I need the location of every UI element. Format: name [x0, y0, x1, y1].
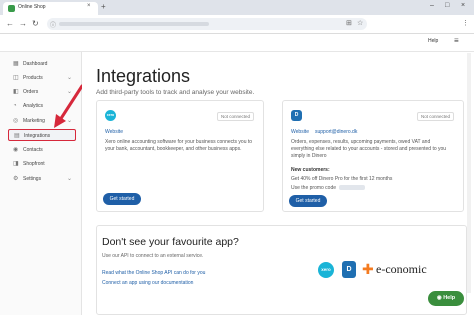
- api-info-link[interactable]: Read what the Online Shop API can do for…: [102, 270, 205, 276]
- new-tab-icon[interactable]: +: [101, 3, 106, 11]
- main-content: Integrations Add third-party tools to tr…: [82, 52, 474, 315]
- address-url-redacted: [59, 22, 209, 26]
- bookmark-star-icon[interactable]: ☆: [357, 19, 363, 27]
- help-chat-button[interactable]: ◉ Help: [428, 291, 464, 306]
- address-bar[interactable]: ⓘ: [47, 18, 367, 30]
- marketing-icon: ◎: [13, 118, 19, 124]
- sidebar-item-contacts[interactable]: ◉ Contacts: [8, 144, 76, 156]
- missing-app-title: Don't see your favourite app?: [102, 236, 239, 248]
- sidebar-item-label: Products: [23, 75, 43, 81]
- app-header: Help ≡: [0, 34, 474, 52]
- dinero-logo-icon: D: [291, 110, 302, 121]
- browser-titlebar: Online Shop × + – □ ×: [0, 0, 474, 15]
- sidebar-item-label: Contacts: [23, 147, 43, 153]
- tab-close-icon[interactable]: ×: [87, 3, 91, 9]
- xero-logo-icon: xero: [105, 110, 116, 121]
- page-scrollbar[interactable]: [467, 53, 471, 293]
- integrations-icon: ▤: [14, 133, 20, 139]
- forward-icon[interactable]: →: [19, 19, 27, 28]
- offer-text: Get 40% off Dinero Pro for the first 12 …: [291, 176, 393, 182]
- status-badge: Not connected: [217, 112, 255, 121]
- sidebar-item-label: Marketing: [23, 118, 45, 124]
- back-icon[interactable]: ←: [6, 19, 14, 28]
- dashboard-icon: ▦: [13, 61, 19, 67]
- economic-mark-icon: ✚: [362, 261, 374, 277]
- page-title: Integrations: [96, 66, 191, 86]
- sidebar-item-label: Settings: [23, 176, 42, 182]
- sidebar-item-dashboard[interactable]: ▦ Dashboard: [8, 58, 76, 70]
- sidebar-item-label: Analytics: [23, 103, 44, 109]
- window-minimize-icon[interactable]: –: [430, 2, 434, 9]
- orders-icon: ◧: [13, 89, 19, 95]
- website-link[interactable]: Website: [105, 129, 123, 135]
- chevron-down-icon: ⌄: [67, 176, 73, 182]
- economic-partner-logo: e-conomic: [376, 262, 427, 276]
- missing-app-card: Don't see your favourite app? Use our AP…: [96, 225, 467, 315]
- site-info-icon[interactable]: ⓘ: [50, 20, 56, 29]
- browser-tab[interactable]: Online Shop ×: [3, 2, 98, 15]
- sidebar-item-label: Integrations: [24, 133, 51, 139]
- card-description: Xero online accounting software for your…: [105, 139, 253, 152]
- missing-app-subtitle: Use our API to connect to an external se…: [102, 253, 204, 259]
- products-icon: ◫: [13, 75, 19, 81]
- browser-toolbar: ← → ↻ ⓘ ⊞ ☆ ⋮: [0, 15, 474, 34]
- header-help-button[interactable]: Help: [428, 38, 438, 44]
- card-description: Orders, expenses, results, upcoming paym…: [291, 139, 447, 159]
- hamburger-menu-icon[interactable]: ≡: [454, 37, 459, 45]
- promo-code-redacted: [339, 185, 365, 190]
- tab-title: Online Shop: [18, 4, 46, 10]
- dinero-partner-logo: D: [342, 261, 356, 278]
- status-badge: Not connected: [417, 112, 455, 121]
- sidebar-item-label: Dashboard: [23, 61, 48, 67]
- sidebar-item-label: Shopfront: [23, 161, 45, 167]
- browser-menu-icon[interactable]: ⋮: [462, 19, 469, 27]
- sidebar-item-shopfront[interactable]: ◨ Shopfront: [8, 158, 76, 170]
- page-subtitle: Add third-party tools to track and analy…: [96, 89, 255, 96]
- favicon-icon: [8, 5, 15, 12]
- integration-card-xero: xero Not connected Website Xero online a…: [96, 100, 264, 212]
- analytics-icon: ◔: [13, 103, 17, 109]
- contacts-icon: ◉: [13, 147, 19, 153]
- reload-icon[interactable]: ↻: [32, 19, 39, 28]
- promo-code-label: Use the promo code: [291, 185, 337, 191]
- sidebar-item-integrations[interactable]: ▤ Integrations: [8, 129, 76, 141]
- website-link[interactable]: Website: [291, 129, 309, 135]
- window-maximize-icon[interactable]: □: [445, 2, 449, 9]
- sidebar-item-label: Orders: [23, 89, 39, 95]
- api-documentation-link[interactable]: Connect an app using our documentation: [102, 280, 193, 286]
- window-close-icon[interactable]: ×: [461, 2, 465, 9]
- help-chat-label: Help: [443, 295, 456, 301]
- support-email-link[interactable]: support@dinero.dk: [315, 129, 357, 135]
- get-started-button[interactable]: Get started: [289, 195, 327, 207]
- chevron-down-icon: ⌄: [67, 75, 73, 81]
- sidebar-item-settings[interactable]: ⚙ Settings ⌄: [8, 173, 76, 185]
- settings-gear-icon: ⚙: [13, 176, 19, 182]
- shopfront-icon: ◨: [13, 161, 19, 167]
- get-started-button[interactable]: Get started: [103, 193, 141, 205]
- integration-card-dinero: D Not connected Website support@dinero.d…: [282, 100, 464, 212]
- sidebar-item-products[interactable]: ◫ Products ⌄: [8, 72, 76, 84]
- xero-partner-logo: xero: [318, 262, 334, 278]
- new-customers-label: New customers:: [291, 167, 330, 173]
- translate-icon[interactable]: ⊞: [346, 19, 352, 27]
